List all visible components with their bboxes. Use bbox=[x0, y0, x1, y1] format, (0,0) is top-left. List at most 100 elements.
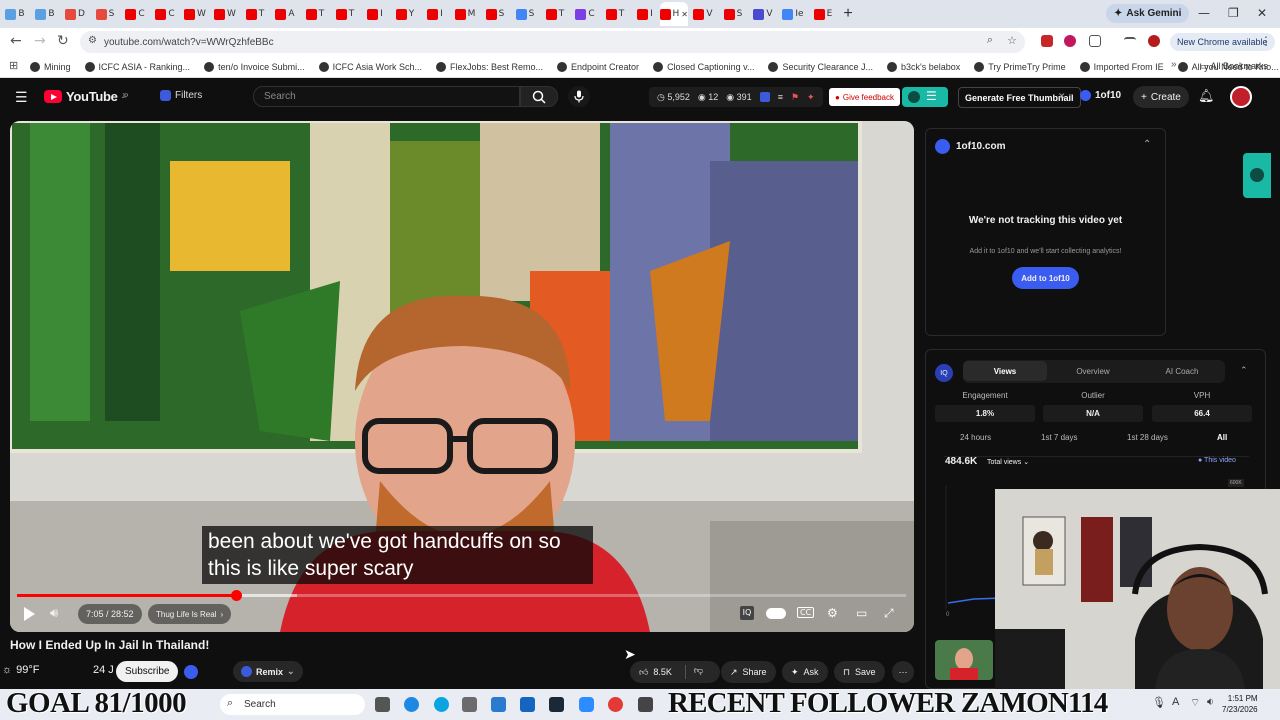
extension-red-icon[interactable] bbox=[1041, 35, 1053, 47]
range-28-days[interactable]: 1st 28 days bbox=[1127, 433, 1168, 442]
autoplay-toggle[interactable] bbox=[766, 608, 786, 619]
zoom-icon[interactable]: ⌕ bbox=[987, 34, 993, 47]
1of10-toggle[interactable]: ☰ bbox=[902, 87, 948, 107]
add-to-1of10-button[interactable]: Add to 1of10 bbox=[1012, 267, 1079, 289]
address-bar[interactable]: ⚙ youtube.com/watch?v=WWrQzhfeBBc ⌕ ☆ bbox=[80, 31, 1025, 53]
stats-extension-bar[interactable]: ◷ 5,952 ◉ 12 ◉ 391 ≡ ⚑ ✦ bbox=[649, 87, 823, 107]
range-all[interactable]: All bbox=[1217, 433, 1227, 442]
new-tab-button[interactable]: + bbox=[838, 5, 858, 23]
close-window-icon[interactable]: ✕ bbox=[1257, 6, 1267, 20]
1of10-channel-icon[interactable] bbox=[184, 665, 198, 679]
voice-search-button[interactable] bbox=[568, 86, 590, 107]
browser-tab[interactable]: V bbox=[688, 2, 718, 26]
tab-views[interactable]: Views bbox=[963, 361, 1047, 381]
browser-tab[interactable]: T bbox=[600, 2, 630, 26]
vidiq-player-icon[interactable]: IQ bbox=[740, 606, 754, 620]
reading-list-icon[interactable] bbox=[1124, 37, 1136, 45]
microphone-tray-icon[interactable]: 🎙︎ bbox=[1152, 696, 1166, 709]
share-button[interactable]: ↗ Share bbox=[721, 661, 776, 683]
list-icon[interactable]: ≡ bbox=[778, 92, 783, 102]
language-icon[interactable]: A bbox=[1172, 696, 1179, 708]
search-button[interactable] bbox=[520, 86, 558, 107]
volume-icon[interactable]: 🔊︎ bbox=[50, 605, 58, 621]
browser-tab[interactable]: I bbox=[360, 2, 390, 26]
skype-icon[interactable] bbox=[434, 697, 449, 712]
bookmark-item[interactable]: FlexJobs: Best Remo... bbox=[435, 61, 543, 72]
taskbar-search[interactable]: ⌕ Search bbox=[220, 694, 365, 715]
reload-icon[interactable]: ↻ bbox=[57, 33, 69, 49]
weather-widget[interactable]: ☼ 99°F bbox=[2, 664, 39, 676]
bookmark-item[interactable]: Try PrimeTry Prime bbox=[974, 61, 1066, 72]
tab-ai-coach[interactable]: AI Coach bbox=[1140, 361, 1224, 381]
bookmark-star-icon[interactable]: ☆ bbox=[1007, 34, 1017, 47]
browser-tab[interactable]: I bbox=[420, 2, 450, 26]
related-video-thumbnail[interactable] bbox=[935, 640, 993, 680]
browser-tab[interactable]: C bbox=[150, 2, 180, 26]
restore-icon[interactable]: ❐ bbox=[1228, 6, 1239, 20]
subscribe-button[interactable]: Subscribe bbox=[116, 661, 179, 682]
bookmark-item[interactable]: Endpoint Creator bbox=[557, 61, 639, 72]
browser-tab[interactable]: C bbox=[570, 2, 600, 26]
fullscreen-icon[interactable]: ⤢ bbox=[884, 606, 894, 621]
browser-tab[interactable]: T bbox=[330, 2, 360, 26]
theater-mode-icon[interactable]: ▭ bbox=[856, 606, 867, 620]
browser-tab[interactable]: B bbox=[30, 2, 60, 26]
hamburger-menu-icon[interactable]: ☰ bbox=[15, 89, 28, 106]
store-icon[interactable] bbox=[520, 697, 535, 712]
browser-tab[interactable]: S bbox=[90, 2, 120, 26]
apps-grid-icon[interactable]: ⊞ bbox=[9, 59, 18, 72]
browser-tab[interactable]: S bbox=[480, 2, 510, 26]
tab-overview[interactable]: Overview bbox=[1051, 361, 1135, 381]
speaker-icon[interactable]: 🔉︎ bbox=[1207, 696, 1214, 709]
bookmark-item[interactable]: Security Clearance J... bbox=[768, 61, 873, 72]
chrome-icon[interactable] bbox=[608, 697, 623, 712]
range-7-days[interactable]: 1st 7 days bbox=[1041, 433, 1077, 442]
filters-button[interactable]: Filters bbox=[160, 90, 202, 101]
browser-tab[interactable]: E bbox=[808, 2, 838, 26]
browser-tab[interactable]: T bbox=[300, 2, 330, 26]
browser-tab[interactable]: T bbox=[240, 2, 270, 26]
bookmark-item[interactable]: ICFC Asia Work Sch... bbox=[318, 61, 422, 72]
captions-icon[interactable]: CC bbox=[797, 607, 815, 618]
bookmark-item[interactable]: ICFC ASIA - Ranking... bbox=[84, 61, 190, 72]
ask-gemini-button[interactable]: ✦ Ask Gemini bbox=[1106, 4, 1190, 23]
forward-icon[interactable]: → bbox=[34, 33, 46, 49]
1of10-side-button[interactable] bbox=[1243, 153, 1271, 198]
browser-tab[interactable]: V bbox=[748, 2, 778, 26]
browser-tab[interactable]: M bbox=[450, 2, 480, 26]
browser-tab[interactable]: W bbox=[180, 2, 210, 26]
site-info-icon[interactable]: ⚙ bbox=[88, 35, 97, 46]
bookmark-item[interactable]: Closed Captioning v... bbox=[653, 61, 754, 72]
collapse-chevron-icon[interactable]: ⌃ bbox=[1143, 139, 1151, 150]
account-avatar[interactable] bbox=[1230, 86, 1252, 108]
video-progress-bar[interactable] bbox=[17, 590, 906, 601]
browser-tab[interactable]: D bbox=[60, 2, 90, 26]
browser-tab[interactable]: T bbox=[540, 2, 570, 26]
game-icon[interactable] bbox=[638, 697, 653, 712]
minimize-icon[interactable]: — bbox=[1198, 6, 1210, 20]
thumbs-down-icon[interactable]: 👎︎ bbox=[684, 665, 703, 679]
profile-icon[interactable] bbox=[1148, 35, 1160, 47]
settings-gear-icon[interactable]: ⚙ bbox=[827, 606, 838, 620]
new-chrome-available-button[interactable]: New Chrome available bbox=[1170, 33, 1275, 51]
save-button[interactable]: ⊓ Save bbox=[834, 661, 885, 683]
chapter-button[interactable]: Thug Life Is Real › bbox=[148, 604, 232, 624]
notifications-bell-icon[interactable]: 🔔︎ bbox=[1198, 88, 1215, 104]
back-icon[interactable]: ← bbox=[10, 33, 22, 49]
all-bookmarks-button[interactable]: ▭ All Bookmarks bbox=[1200, 61, 1268, 72]
vidiq-icon[interactable] bbox=[759, 92, 770, 102]
browser-tab[interactable]: A bbox=[270, 2, 300, 26]
zoom-icon[interactable] bbox=[579, 697, 594, 712]
app-icon[interactable] bbox=[462, 697, 477, 712]
close-tab-icon[interactable]: ✕ bbox=[681, 10, 688, 19]
remix-button[interactable]: Remix ⌄ bbox=[233, 661, 303, 682]
bookmark-item[interactable]: ten/o Invoice Submi... bbox=[204, 61, 305, 72]
play-icon[interactable] bbox=[18, 604, 40, 624]
browser-tab[interactable]: I bbox=[630, 2, 660, 26]
browser-tab[interactable]: C bbox=[120, 2, 150, 26]
youtube-logo[interactable]: YouTube JP bbox=[44, 89, 128, 104]
menu-kebab-icon[interactable]: ⋮ bbox=[1260, 34, 1272, 48]
browser-tab[interactable]: Y bbox=[390, 2, 420, 26]
task-view-icon[interactable] bbox=[375, 697, 390, 712]
steam-icon[interactable] bbox=[549, 697, 564, 712]
